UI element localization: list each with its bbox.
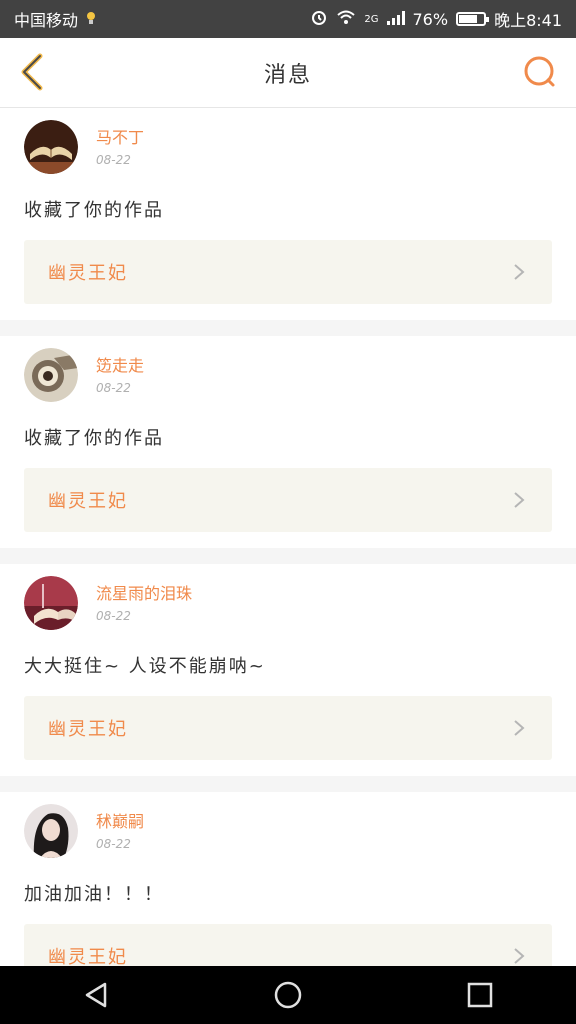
- name-block: 笾走走 08-22: [96, 355, 144, 395]
- message-date: 08-22: [96, 837, 131, 851]
- work-title: 幽灵王妃: [48, 947, 128, 966]
- clock: 晚上8:41: [494, 11, 562, 30]
- battery-percent: 76%: [412, 9, 449, 29]
- status-right: 2G 76% 晚上8:41: [310, 7, 562, 31]
- system-nav-bar: [0, 966, 576, 1024]
- chevron-right-icon: [510, 263, 528, 281]
- card-header: 马不丁 08-22: [24, 120, 552, 174]
- wifi-icon: [336, 9, 356, 29]
- message-date: 08-22: [96, 153, 131, 167]
- name-block: 秫巅嗣 08-22: [96, 811, 144, 851]
- message-card: 马不丁 08-22 收藏了你的作品 幽灵王妃: [0, 108, 576, 320]
- chevron-left-icon: [21, 53, 43, 91]
- book-avatar-icon[interactable]: [24, 120, 78, 174]
- title-bar: 消息: [0, 38, 576, 108]
- work-link[interactable]: 幽灵王妃: [24, 924, 552, 966]
- work-link[interactable]: 幽灵王妃: [24, 240, 552, 304]
- nav-back-button[interactable]: [66, 966, 126, 1024]
- nav-home-button[interactable]: [258, 966, 318, 1024]
- message-text: 收藏了你的作品: [24, 428, 164, 449]
- bulb-icon: [86, 10, 96, 29]
- page-title: 消息: [263, 62, 312, 88]
- alarm-icon: [310, 8, 328, 30]
- triangle-back-icon: [85, 982, 107, 1008]
- reading-avatar-icon[interactable]: [24, 576, 78, 630]
- work-link[interactable]: 幽灵王妃: [24, 696, 552, 760]
- chevron-right-icon: [510, 491, 528, 509]
- portrait-avatar-icon[interactable]: [24, 804, 78, 858]
- work-title: 幽灵王妃: [48, 719, 128, 740]
- status-bar: 中国移动 2G 76% 晚上8:41: [0, 0, 576, 38]
- card-header: 流星雨的泪珠 08-22: [24, 576, 552, 630]
- card-header: 笾走走 08-22: [24, 348, 552, 402]
- username[interactable]: 秫巅嗣: [96, 811, 144, 833]
- name-block: 流星雨的泪珠 08-22: [96, 583, 192, 623]
- back-button[interactable]: [10, 50, 54, 94]
- chevron-right-icon: [510, 947, 528, 965]
- work-link[interactable]: 幽灵王妃: [24, 468, 552, 532]
- card-header: 秫巅嗣 08-22: [24, 804, 552, 858]
- message-text: 加油加油！！！: [24, 884, 164, 905]
- message-date: 08-22: [96, 609, 131, 623]
- username[interactable]: 笾走走: [96, 355, 144, 377]
- nav-recents-button[interactable]: [450, 966, 510, 1024]
- message-date: 08-22: [96, 381, 131, 395]
- signal-icon: [386, 10, 405, 29]
- chevron-right-icon: [510, 719, 528, 737]
- scroll-avatar-icon[interactable]: [24, 348, 78, 402]
- work-title: 幽灵王妃: [48, 263, 128, 284]
- status-left: 中国移动: [14, 7, 96, 31]
- message-text: 大大挺住~ 人设不能崩呐~: [24, 656, 266, 677]
- message-text: 收藏了你的作品: [24, 200, 164, 221]
- name-block: 马不丁 08-22: [96, 127, 144, 167]
- search-button[interactable]: [518, 50, 562, 94]
- work-title: 幽灵王妃: [48, 491, 128, 512]
- carrier-label: 中国移动: [14, 11, 79, 30]
- message-card: 笾走走 08-22 收藏了你的作品 幽灵王妃: [0, 336, 576, 548]
- battery-icon: [456, 12, 490, 26]
- square-recents-icon: [467, 982, 493, 1008]
- message-card: 秫巅嗣 08-22 加油加油！！！ 幽灵王妃: [0, 792, 576, 966]
- message-feed[interactable]: 马不丁 08-22 收藏了你的作品 幽灵王妃 笾走走 08-22 收藏了你的作品…: [0, 108, 576, 966]
- circle-home-icon: [274, 981, 302, 1009]
- username[interactable]: 流星雨的泪珠: [96, 583, 192, 605]
- search-icon: [524, 56, 555, 87]
- username[interactable]: 马不丁: [96, 127, 144, 149]
- message-card: 流星雨的泪珠 08-22 大大挺住~ 人设不能崩呐~ 幽灵王妃: [0, 564, 576, 776]
- network-type: 2G: [364, 13, 379, 25]
